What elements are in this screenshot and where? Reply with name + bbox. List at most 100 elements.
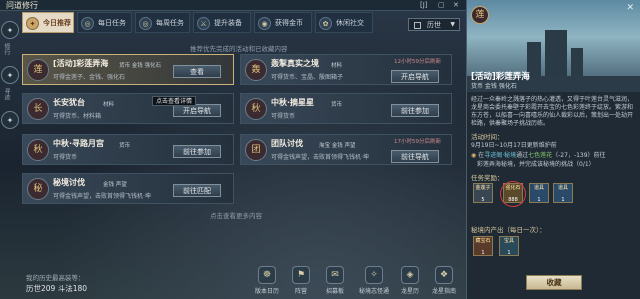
nav-dragon-guide[interactable]: ❖ 龙星指南 <box>427 266 461 295</box>
recommend-hint: 推荐优先完成的活动和已收藏内容 <box>190 45 288 53</box>
server-filter-value: 历世 <box>427 21 441 29</box>
tab-social[interactable]: ✿ 休闲社交 <box>315 12 373 33</box>
card-desc: 可得金莲子、金钱、强化石 <box>53 74 126 81</box>
card-tags: 货币 <box>331 102 343 108</box>
objective-path-link[interactable]: 七色莲花 <box>528 152 552 159</box>
card-tags: 货币 金钱 强化石 <box>119 63 161 69</box>
objective-icon: ◉ <box>471 152 477 159</box>
tab-gold[interactable]: ◉ 获得金币 <box>254 12 312 33</box>
pin-button[interactable]: [J] <box>420 0 428 11</box>
objective-location-link[interactable]: 寻迹阁·秘境 <box>484 152 516 159</box>
match-button[interactable]: 前往匹配 <box>173 184 221 197</box>
card-tags: 淘宝 金钱 声望 <box>319 143 356 149</box>
target-icon: ◎ <box>139 17 152 30</box>
card-tags: 材料 <box>103 102 115 108</box>
reward-qty: 5 <box>481 197 485 203</box>
target-icon: ◎ <box>81 17 94 30</box>
nav-label: 版本日历 <box>254 288 279 295</box>
reward-qty: 1 <box>507 250 511 256</box>
card-title: 中秋·寻路月宫 <box>53 139 105 148</box>
activity-icon: 轰 <box>245 59 267 81</box>
diamond-icon: ◈ <box>401 266 419 284</box>
card-desc: 可得金钱声望，击败首领得飞钱机·坤 <box>53 193 151 200</box>
activity-card[interactable]: 团 团队讨伐 淘宝 金钱 声望 可得金钱声望，击败首领得飞钱机·坤 17小时59… <box>240 134 452 165</box>
tab-weekly[interactable]: ◎ 每周任务 <box>135 12 190 33</box>
tab-label: 每日任务 <box>98 19 126 27</box>
time-value: 9月19日~10月17日更新维护前 <box>471 142 557 149</box>
tab-label: 获得金币 <box>275 19 303 27</box>
rail-button-3[interactable]: ✦ <box>1 111 19 129</box>
card-tags: 货币 <box>119 143 131 149</box>
nav-label: 龙星历 <box>400 288 419 295</box>
join-button[interactable]: 前往参加 <box>391 104 439 117</box>
reward-item[interactable]: 道具 1 <box>553 183 573 203</box>
tab-bar: ✦ 今日推荐 ◎ 每日任务 ◎ 每周任务 ⚔ 提升装备 ◉ 获得金币 ✿ 休闲社… <box>22 12 466 34</box>
rail-button-2[interactable]: ✦ <box>1 66 19 84</box>
objective-line-2: 彩莲弄海秘境，并完成该秘境的挑战（0/1） <box>477 161 595 168</box>
nav-version-calendar[interactable]: ☸ 版本日历 <box>250 266 284 295</box>
card-desc: 可得货币、材料箱 <box>53 113 102 120</box>
close-icon[interactable]: ✕ <box>626 3 634 13</box>
card-desc: 可得金钱声望，击败首领得飞钱机·坤 <box>271 154 369 161</box>
team-icon: 团 <box>245 139 267 161</box>
view-button[interactable]: 查看 <box>173 65 221 78</box>
reward-name: 金莲子 <box>475 185 491 191</box>
tab-daily[interactable]: ◎ 每日任务 <box>77 12 132 33</box>
nav-label: 阵营 <box>294 288 307 295</box>
reward-item[interactable]: 宝具 1 <box>499 236 519 256</box>
tab-equipment[interactable]: ⚔ 提升装备 <box>193 12 251 33</box>
activity-card[interactable]: 秋 中秋·寻路月宫 货币 可得货币 前往参加 <box>22 134 234 165</box>
tab-label: 休闲社交 <box>336 19 364 27</box>
secret-realm-icon: 秘 <box>27 178 49 200</box>
nav-recruit-board[interactable]: ✉ 招募板 <box>318 266 352 295</box>
collect-button[interactable]: 收藏 <box>526 275 582 290</box>
card-title: 秘境讨伐 <box>53 178 85 187</box>
card-title: 中秋·摘星星 <box>271 98 315 107</box>
nav-faction[interactable]: ⚑ 阵营 <box>284 266 318 295</box>
refresh-timer: 12小时59分后刷新 <box>394 59 441 65</box>
title-bar: 问道修行 [J] ▢ ✕ <box>0 0 466 11</box>
tab-today[interactable]: ✦ 今日推荐 <box>22 12 74 33</box>
detail-tags: 货币 金钱 强化石 <box>471 83 517 90</box>
highlight-circle <box>500 181 526 207</box>
lotus-icon: 莲 <box>27 59 49 81</box>
join-button[interactable]: 前往参加 <box>173 145 221 158</box>
detail-description: 经过一众秦岭之溅落子的热心灌透，又得于叶莲台灵气滋润，龙星商会委托秦壁子彩霞开去… <box>471 96 634 127</box>
card-title: 长安犹台 <box>53 98 85 107</box>
secret-output-label: 秘境内产出（每日一次）： <box>471 226 546 234</box>
navigate-button[interactable]: 开启导航 <box>391 70 439 83</box>
activity-card[interactable]: 轰 轰掣真实之境 材料 可得货币、宝晶、殷图箱子 12小时59分后刷新 开启导航 <box>240 54 452 85</box>
nav-secret-guide[interactable]: ✧ 秘境志怪通 <box>354 266 394 295</box>
minimize-button[interactable]: ▢ <box>438 0 445 11</box>
task-reward-label: 任务奖励： <box>471 174 504 182</box>
sparkle-icon: ✧ <box>365 266 383 284</box>
server-filter-select[interactable]: 历世 ▼ <box>408 18 460 31</box>
card-title: [活动]彩莲弄海 <box>53 59 109 68</box>
nav-label: 龙星指南 <box>431 288 456 295</box>
reward-item[interactable]: 藏宝石 1 <box>473 236 493 256</box>
reward-name: 道具 <box>533 185 544 191</box>
compass-icon: ❖ <box>435 266 453 284</box>
highest-gear-value: 历世209 斗法180 <box>26 284 88 293</box>
navigate-button[interactable]: 前往导航 <box>391 150 439 163</box>
activity-card[interactable]: 莲 [活动]彩莲弄海 货币 金钱 强化石 可得金莲子、金钱、强化石 查看 <box>22 54 234 85</box>
objective-mid: 通过 <box>516 152 529 159</box>
card-title: 轰掣真实之境 <box>271 59 319 68</box>
activity-card[interactable]: 秘 秘境讨伐 金钱 声望 可得金钱声望，击败首领得飞钱机·坤 前往匹配 <box>22 173 234 204</box>
nav-label: 秘境志怪通 <box>358 288 389 295</box>
reward-qty: 1 <box>537 197 541 203</box>
checkbox[interactable] <box>414 22 421 29</box>
activity-card[interactable]: 长 长安犹台 材料 可得货币、材料箱 开启导航 <box>22 93 234 124</box>
rail-button-1[interactable]: ✦ <box>1 21 19 39</box>
refresh-timer: 17小时59分后刷新 <box>394 139 441 145</box>
card-desc: 可得货币、宝晶、殷图箱子 <box>271 74 344 81</box>
close-icon[interactable]: ✕ <box>453 0 459 11</box>
reward-name: 藏宝石 <box>475 238 491 244</box>
nav-dragon-calendar[interactable]: ◈ 龙星历 <box>393 266 427 295</box>
reward-item[interactable]: 金莲子 5 <box>473 183 493 203</box>
view-more-link[interactable]: 点击查看更多内容 <box>210 210 262 220</box>
reward-item[interactable]: 道具 1 <box>529 183 549 203</box>
activity-card[interactable]: 秋 中秋·摘星星 货币 可得货币 前往参加 <box>240 93 452 124</box>
coin-icon: ◉ <box>258 17 271 30</box>
chevron-down-icon: ▼ <box>450 21 455 28</box>
